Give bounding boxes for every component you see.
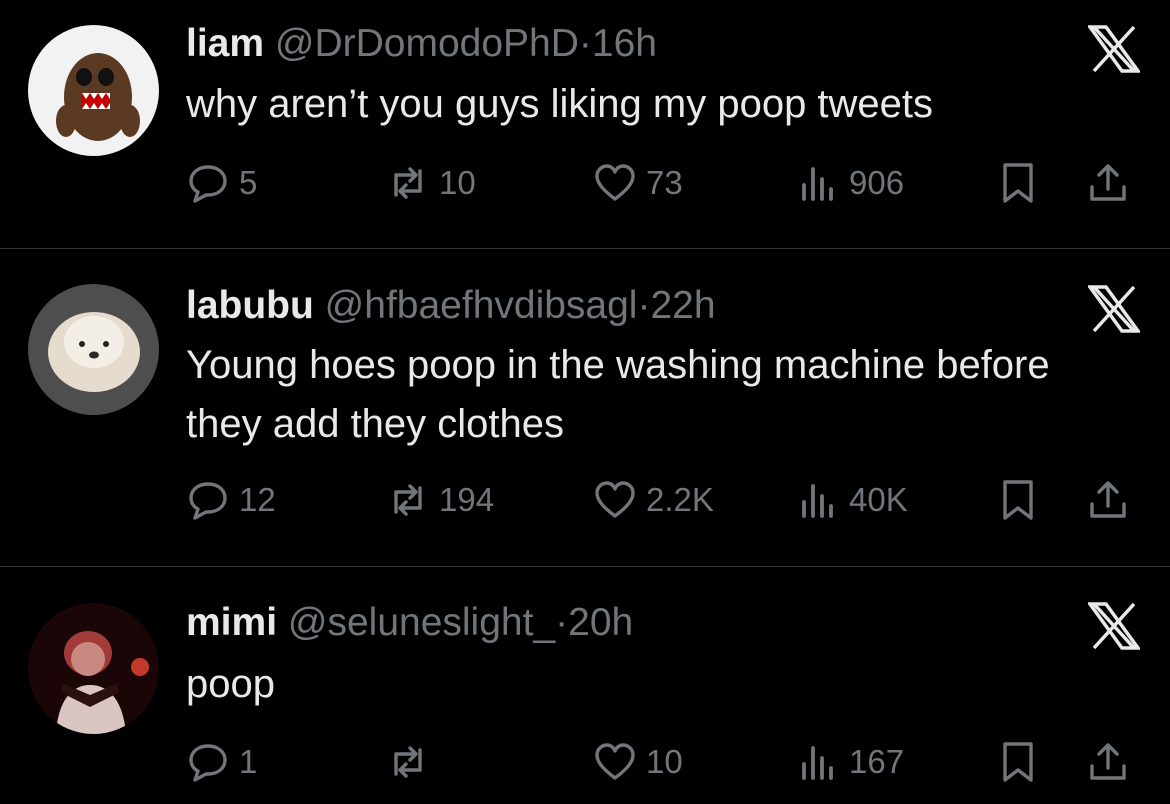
bookmark-button[interactable] (996, 159, 1040, 207)
share-upload-icon (1086, 478, 1130, 522)
like-button[interactable]: 10 (593, 738, 683, 786)
avatar[interactable] (28, 284, 159, 415)
bookmark-button[interactable] (996, 738, 1040, 786)
repost-button[interactable] (386, 738, 439, 786)
tweet-header: labubu @hfbaefhvdibsagl·22h (186, 283, 716, 329)
bookmark-button[interactable] (996, 476, 1040, 524)
action-bar: 5 10 73 906 (186, 159, 1146, 207)
like-count: 73 (646, 164, 683, 201)
like-button[interactable]: 73 (593, 159, 683, 207)
user-handle[interactable]: @seluneslight_ (288, 601, 555, 644)
repost-arrows-icon (386, 740, 430, 784)
like-count: 10 (646, 743, 683, 780)
reply-button[interactable]: 12 (186, 476, 276, 524)
share-button[interactable] (1086, 738, 1130, 786)
x-logo-icon[interactable] (1088, 23, 1140, 75)
tweet-text: poop (186, 662, 275, 706)
bar-chart-icon (796, 161, 840, 205)
speech-bubble-icon (186, 161, 230, 205)
speech-bubble-icon (186, 740, 230, 784)
bookmark-icon (996, 478, 1040, 522)
repost-button[interactable]: 194 (386, 476, 494, 524)
bar-chart-icon (796, 740, 840, 784)
separator-dot: · (555, 601, 569, 644)
tweet[interactable]: mimi @seluneslight_·20h poop 1 10 167 (0, 567, 1170, 804)
view-count: 40K (849, 481, 908, 518)
action-bar: 1 10 167 (186, 738, 1146, 786)
share-button[interactable] (1086, 476, 1130, 524)
domo-avatar-image (28, 25, 159, 156)
timestamp[interactable]: 20h (568, 601, 633, 644)
repost-count: 194 (439, 481, 495, 518)
x-logo-icon[interactable] (1088, 283, 1140, 335)
display-name[interactable]: mimi (186, 601, 277, 644)
bookmark-icon (996, 161, 1040, 205)
tweet-header: mimi @seluneslight_·20h (186, 600, 633, 646)
views-button[interactable]: 167 (796, 738, 904, 786)
tweet[interactable]: liam @DrDomodoPhD·16h why aren’t you guy… (0, 0, 1170, 248)
puppy-avatar-image (28, 284, 159, 415)
reply-count: 12 (239, 481, 276, 518)
user-handle[interactable]: @DrDomodoPhD (275, 22, 579, 65)
tweet-feed: liam @DrDomodoPhD·16h why aren’t you guy… (0, 0, 1170, 804)
views-button[interactable]: 40K (796, 476, 908, 524)
repost-arrows-icon (386, 161, 430, 205)
timestamp[interactable]: 22h (650, 284, 715, 327)
view-count: 167 (849, 743, 905, 780)
display-name[interactable]: liam (186, 22, 264, 65)
share-upload-icon (1086, 161, 1130, 205)
speech-bubble-icon (186, 478, 230, 522)
repost-count: 10 (439, 164, 476, 201)
tweet-text: Young hoes poop in the washing machine b… (186, 343, 1050, 446)
heart-icon (593, 740, 637, 784)
tweet-text: why aren’t you guys liking my poop tweet… (186, 82, 934, 126)
reply-count: 5 (239, 164, 258, 201)
separator-dot: · (578, 22, 592, 65)
reply-count: 1 (239, 743, 258, 780)
tweet-header: liam @DrDomodoPhD·16h (186, 21, 657, 67)
timestamp[interactable]: 16h (592, 22, 657, 65)
anime-avatar-image (28, 603, 159, 734)
views-button[interactable]: 906 (796, 159, 904, 207)
bookmark-icon (996, 740, 1040, 784)
action-bar: 12 194 2.2K 40K (186, 476, 1146, 524)
repost-button[interactable]: 10 (386, 159, 476, 207)
user-handle[interactable]: @hfbaefhvdibsagl (325, 284, 638, 327)
display-name[interactable]: labubu (186, 284, 314, 327)
avatar[interactable] (28, 25, 159, 156)
tweet[interactable]: labubu @hfbaefhvdibsagl·22h Young hoes p… (0, 249, 1170, 566)
like-count: 2.2K (646, 481, 714, 518)
heart-icon (593, 478, 637, 522)
heart-icon (593, 161, 637, 205)
separator-dot: · (637, 284, 651, 327)
share-upload-icon (1086, 740, 1130, 784)
like-button[interactable]: 2.2K (593, 476, 714, 524)
view-count: 906 (849, 164, 905, 201)
avatar[interactable] (28, 603, 159, 734)
x-logo-icon[interactable] (1088, 600, 1140, 652)
reply-button[interactable]: 1 (186, 738, 257, 786)
bar-chart-icon (796, 478, 840, 522)
repost-arrows-icon (386, 478, 430, 522)
reply-button[interactable]: 5 (186, 159, 257, 207)
share-button[interactable] (1086, 159, 1130, 207)
